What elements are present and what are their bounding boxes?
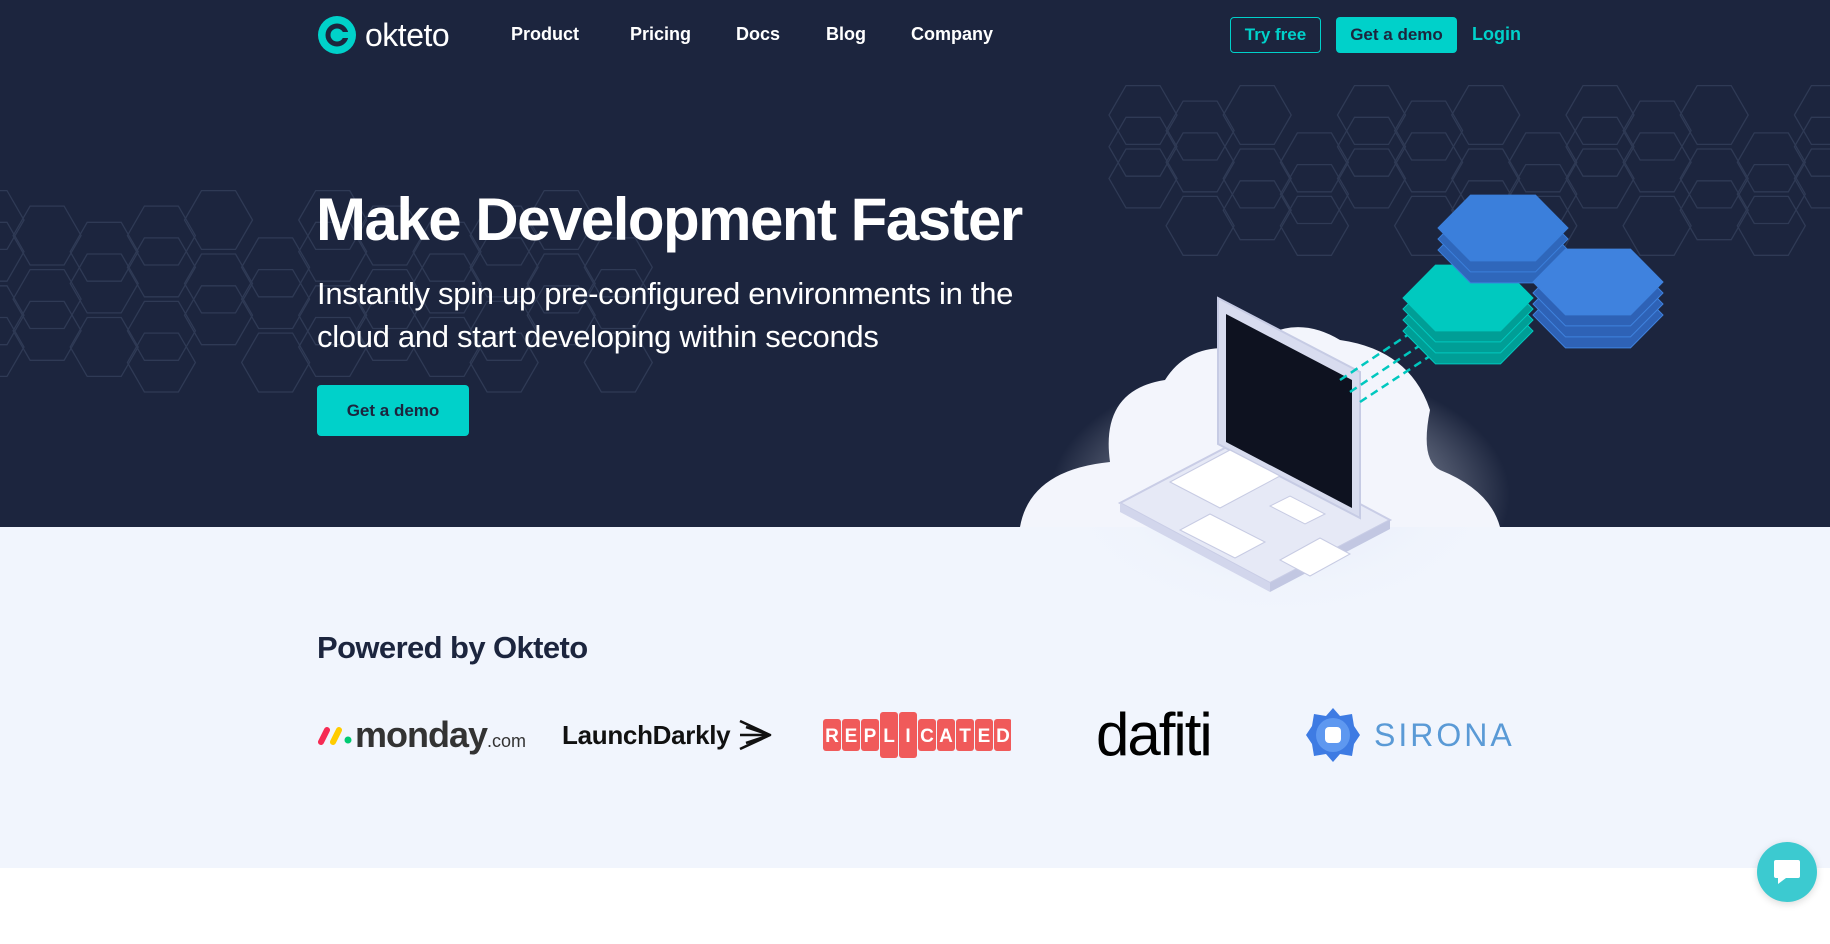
nav-pricing[interactable]: Pricing [630,24,691,45]
hexagon-stack-blue-right [1532,248,1664,349]
launchdarkly-wordmark: LaunchDarkly [562,719,731,750]
replicated-letter: L [883,726,895,747]
sirona-logo: SIRONA [1304,708,1515,762]
background-hexagon [240,332,311,393]
background-hexagon [126,205,197,266]
dafiti-logo: dafiti [1096,701,1213,768]
background-hexagon [1336,84,1407,146]
launchdarkly-logo: LaunchDarkly [562,710,774,760]
background-hexagon [12,205,82,266]
chat-widget-button[interactable] [1757,842,1817,902]
background-hexagon [1450,84,1521,146]
dafiti-wordmark: dafiti [1096,701,1213,768]
chat-bubble-icon [1774,860,1800,884]
background-hexagon [1679,148,1749,209]
monday-logo: monday .com [317,710,526,760]
background-hexagon [69,221,139,282]
laptop-cloud-illustration [1020,194,1664,625]
background-hexagon [183,253,254,314]
background-hexagon [1793,148,1830,209]
hero-title: Make Development Faster [316,186,1023,253]
monday-suffix: .com [487,730,527,751]
okteto-logo-icon [318,16,356,54]
background-hexagon [126,332,197,393]
background-hexagon [0,285,25,346]
replicated-tiles: REPLICATED [823,712,1011,758]
replicated-letter: A [939,726,953,747]
monday-dots-icon [318,727,352,745]
background-hexagon [183,285,254,346]
top-navigation: okteto Product Pricing Docs Blog Company… [0,0,1830,70]
monday-wordmark: monday [355,714,488,755]
background-hexagon [240,237,311,298]
replicated-letter: E [978,726,991,747]
background-hexagon [0,221,25,282]
background-hexagon [1793,84,1830,146]
background-hexagon [1736,163,1807,225]
replicated-letter: R [825,726,839,747]
background-hexagon [12,268,82,330]
background-hexagon [69,316,139,378]
background-hexagon [1679,84,1749,146]
replicated-logo: REPLICATED [823,710,1011,760]
replicated-letter: C [920,726,934,747]
background-hexagon [183,189,254,251]
replicated-letter: D [996,726,1010,747]
background-hexagon [1736,195,1807,256]
background-hexagon [0,316,25,378]
nav-get-demo-button[interactable]: Get a demo [1336,17,1457,53]
background-hexagon [1736,132,1807,193]
logo-wordmark: okteto [365,16,450,53]
background-hexagon [1108,84,1178,146]
background-hexagon [1565,84,1635,146]
okteto-logo[interactable]: okteto [317,14,450,56]
nav-docs[interactable]: Docs [736,24,780,45]
nav-company[interactable]: Company [911,24,993,45]
sirona-wordmark: SIRONA [1374,716,1515,753]
try-free-button[interactable]: Try free [1230,17,1321,53]
background-hexagon [126,237,197,298]
background-hexagon [1793,116,1830,177]
background-hexagon [1222,84,1292,146]
hero-get-demo-button[interactable]: Get a demo [317,385,469,436]
replicated-letter: I [905,726,910,747]
background-hexagon [0,189,25,251]
nav-blog[interactable]: Blog [826,24,866,45]
powered-by-heading: Powered by Okteto [317,630,588,665]
background-hexagon [1679,180,1749,241]
nav-product[interactable]: Product [511,24,579,45]
background-hexagon [240,268,311,330]
replicated-letter: T [959,726,971,747]
arrow-icon [739,719,772,751]
hero-subtitle: Instantly spin up pre-configured environ… [317,276,1014,354]
replicated-letter: P [864,726,877,747]
sirona-emblem-icon [1306,708,1360,762]
login-link[interactable]: Login [1472,24,1521,45]
background-hexagon [69,253,139,314]
background-hexagon [12,300,82,361]
background-hexagon [126,300,197,361]
replicated-letter: E [845,726,858,747]
